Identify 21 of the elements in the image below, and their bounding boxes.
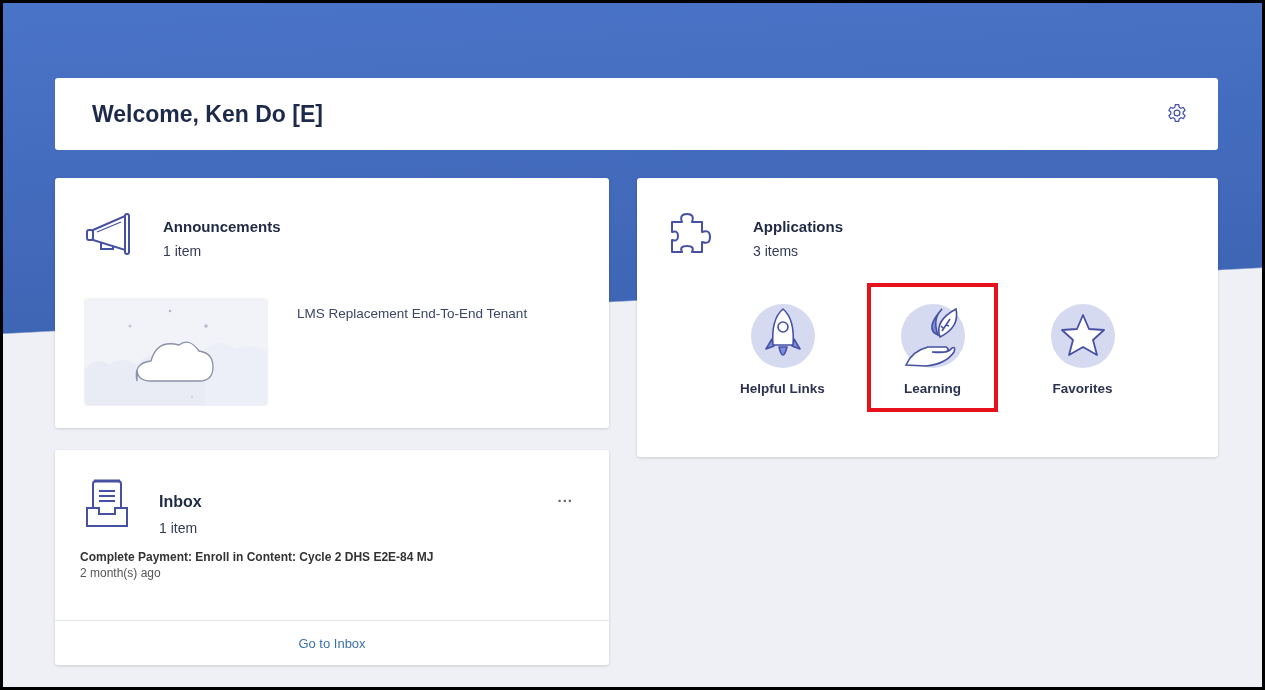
go-to-inbox-link[interactable]: Go to Inbox <box>298 635 366 651</box>
welcome-title: Welcome, Ken Do [E] <box>92 100 323 128</box>
inbox-tray-icon <box>85 478 129 530</box>
item-count: 1 item <box>163 243 203 259</box>
app-tile[interactable]: Helpful Links <box>717 283 848 412</box>
card-title: Inbox <box>159 493 202 511</box>
more-button[interactable]: ... <box>557 488 573 505</box>
message-time: 2 month(s) ago <box>80 566 162 580</box>
settings-button[interactable] <box>1166 103 1188 125</box>
app-tile[interactable]: Learning <box>867 283 998 412</box>
card-title: Applications <box>753 218 843 235</box>
item-count: 1 item <box>159 520 199 536</box>
rocket-icon <box>749 303 816 369</box>
app-tile[interactable]: Favorites <box>1017 283 1148 412</box>
hand-leaf-icon <box>899 303 966 369</box>
card-title: Announcements <box>163 218 281 235</box>
inbox-message: Complete Payment: Enroll in Content: Cycle 2 DHS E2E-84 MJ <box>80 550 435 564</box>
announcement-link[interactable]: LMS Replacement End-To-End Tenant <box>297 306 528 321</box>
settings-icon <box>1167 103 1187 123</box>
megaphone-icon <box>85 212 133 256</box>
item-count: 3 items <box>753 243 800 259</box>
